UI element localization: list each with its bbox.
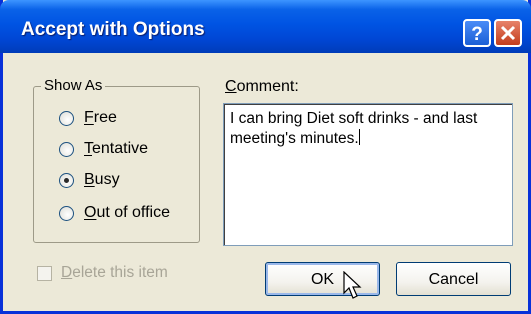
radio-out-of-office-label[interactable]: Out of office (84, 204, 170, 222)
comment-text: I can bring Diet soft drinks - and last … (230, 110, 478, 147)
delete-item-label: Delete this item (61, 264, 168, 281)
text-caret (358, 129, 360, 145)
radio-free-label[interactable]: Free (84, 109, 117, 127)
help-icon-glyph: ? (471, 24, 483, 45)
help-icon: ? (471, 24, 483, 45)
mouse-pointer-icon (343, 271, 362, 299)
radio-busy-label[interactable]: Busy (84, 171, 120, 189)
radio-busy-button[interactable] (59, 173, 74, 188)
radio-selected-dot (64, 178, 69, 183)
radio-tentative-label[interactable]: Tentative (84, 140, 148, 158)
window-title: Accept with Options (21, 19, 205, 40)
close-button[interactable] (494, 19, 522, 47)
show-as-legend: Show As (41, 77, 106, 94)
radio-tentative-button[interactable] (59, 142, 74, 157)
delete-item-checkbox[interactable] (37, 266, 52, 281)
comment-label: Comment: (225, 78, 299, 95)
radio-free-button[interactable] (59, 111, 74, 126)
cancel-button[interactable]: Cancel (396, 262, 511, 296)
help-button[interactable]: ? (463, 19, 491, 47)
close-icon (500, 25, 516, 41)
radio-out-of-office-button[interactable] (59, 206, 74, 221)
comment-textarea[interactable]: I can bring Diet soft drinks - and last … (223, 103, 513, 246)
title-bar[interactable]: Accept with Options ? (0, 0, 531, 53)
